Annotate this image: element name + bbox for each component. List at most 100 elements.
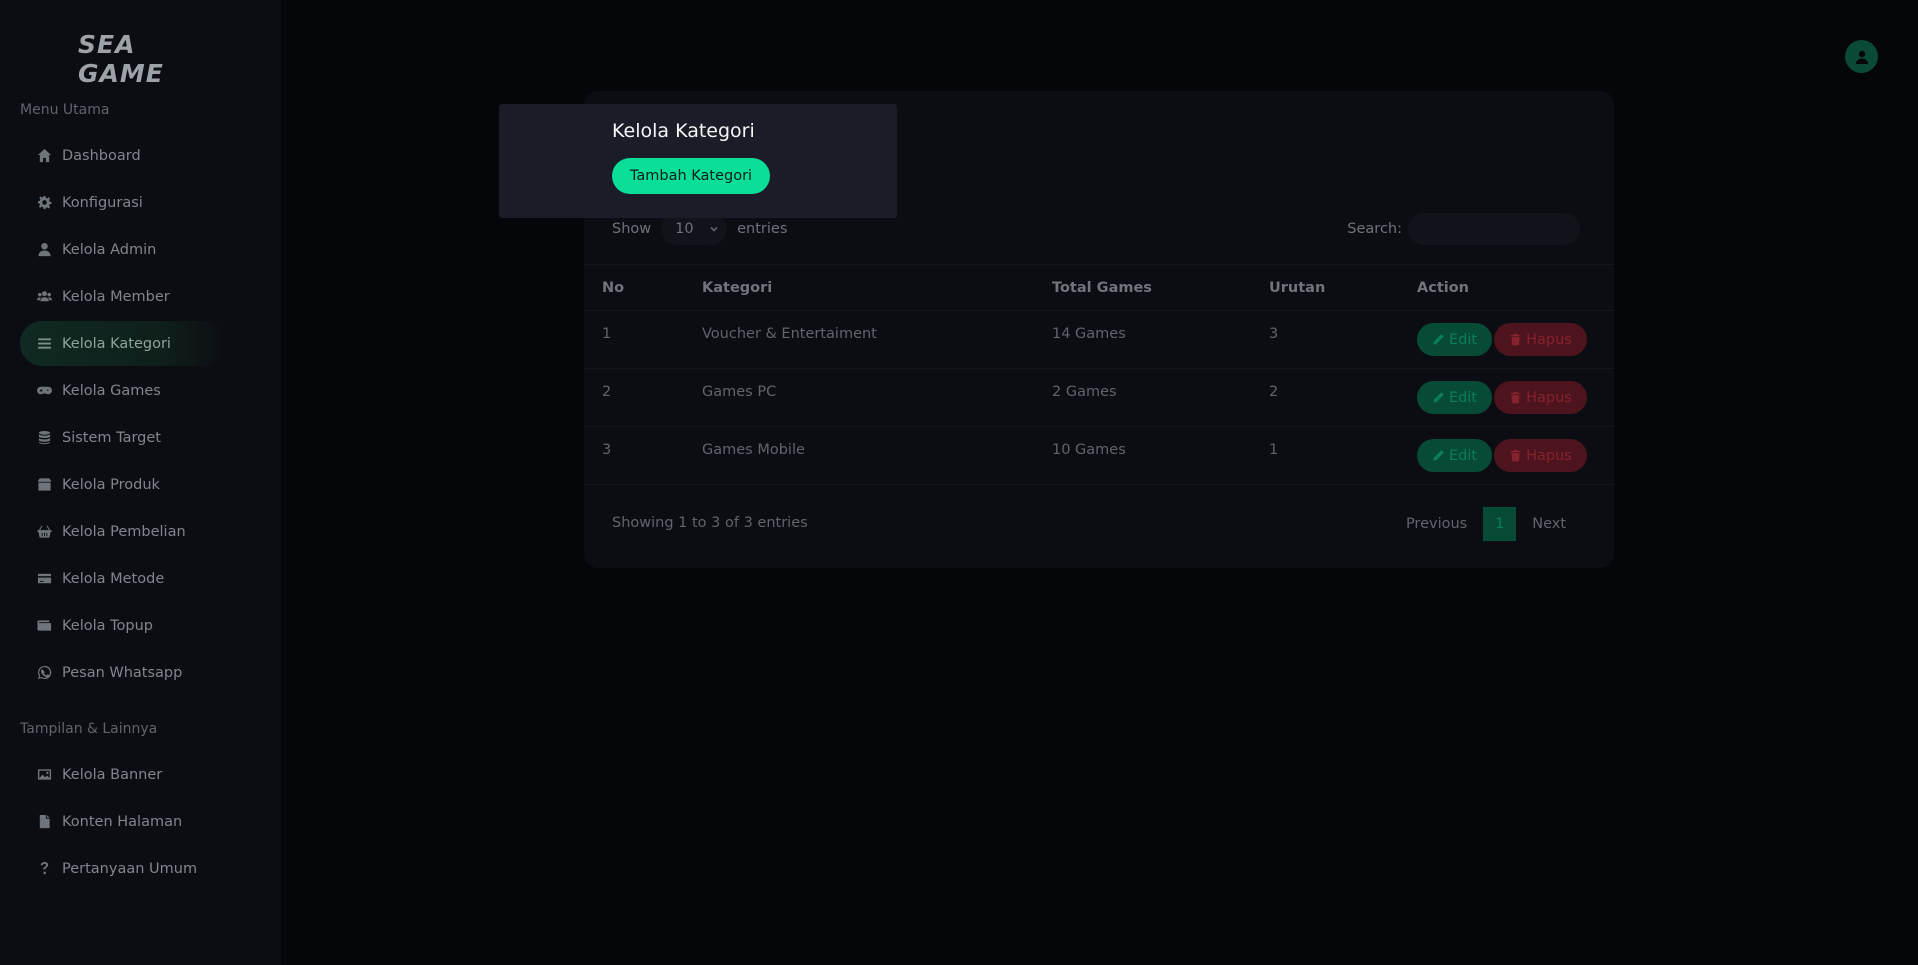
cell-action: Edit Hapus bbox=[1399, 311, 1614, 369]
previous-page-button[interactable]: Previous bbox=[1394, 516, 1479, 532]
column-header-action: Action bbox=[1417, 279, 1470, 296]
trash-icon bbox=[1510, 333, 1521, 346]
chevron-down-icon bbox=[709, 222, 719, 232]
list-icon bbox=[36, 336, 52, 352]
box-icon bbox=[36, 477, 52, 493]
search-label: Search: bbox=[1347, 221, 1402, 237]
pencil-icon bbox=[1433, 334, 1444, 345]
search-control: Search: bbox=[1347, 213, 1580, 245]
sidebar-item-label: Kelola Topup bbox=[62, 617, 153, 634]
cell-urutan: 1 bbox=[1269, 442, 1279, 458]
sidebar-item-label: Kelola Member bbox=[62, 288, 170, 305]
cell-action: Edit Hapus bbox=[1399, 427, 1614, 485]
section-title-other: Tampilan & Lainnya bbox=[20, 721, 158, 737]
sidebar-item-konfigurasi[interactable]: Konfigurasi bbox=[20, 180, 225, 225]
page-title: Kelola Kategori bbox=[612, 120, 755, 142]
gear-icon bbox=[36, 195, 52, 211]
cell-kategori: Games Mobile bbox=[702, 442, 805, 458]
sidebar-item-kelola-topup[interactable]: Kelola Topup bbox=[20, 603, 225, 648]
user-icon bbox=[1854, 49, 1870, 65]
sidebar-item-kelola-banner[interactable]: Kelola Banner bbox=[20, 752, 225, 797]
sidebar-item-kelola-games[interactable]: Kelola Games bbox=[20, 368, 225, 413]
user-avatar[interactable] bbox=[1845, 40, 1878, 73]
delete-button[interactable]: Hapus bbox=[1494, 323, 1587, 356]
sidebar-item-konten-halaman[interactable]: Konten Halaman bbox=[20, 799, 225, 844]
column-header-urutan[interactable]: Urutan bbox=[1251, 265, 1399, 311]
column-header-total-games[interactable]: Total Games bbox=[1034, 265, 1251, 311]
cell-action: Edit Hapus bbox=[1399, 369, 1614, 427]
cell-urutan: 3 bbox=[1269, 326, 1279, 342]
sidebar-item-label: Pesan Whatsapp bbox=[62, 664, 183, 681]
column-header-kategori[interactable]: Kategori bbox=[684, 265, 1034, 311]
credit-card-icon bbox=[36, 571, 52, 587]
sidebar-item-label: Kelola Pembelian bbox=[62, 523, 186, 540]
sidebar-item-label: Dashboard bbox=[62, 147, 141, 164]
cell-total-games: 14 Games bbox=[1052, 326, 1126, 342]
sidebar-item-label: Kelola Admin bbox=[62, 241, 157, 258]
gamepad-icon bbox=[36, 383, 52, 399]
sidebar-item-kelola-pembelian[interactable]: Kelola Pembelian bbox=[20, 509, 225, 554]
sidebar-item-label: Pertanyaan Umum bbox=[62, 860, 198, 877]
sidebar-item-label: Sistem Target bbox=[62, 429, 161, 446]
basket-icon bbox=[36, 524, 52, 540]
sidebar-item-kelola-member[interactable]: Kelola Member bbox=[20, 274, 225, 319]
pagination: Previous 1 Next bbox=[1394, 507, 1578, 541]
cell-urutan: 2 bbox=[1269, 384, 1279, 400]
cell-no: 1 bbox=[602, 326, 612, 342]
table-row: 3 Games Mobile 10 Games 1 Edit Hapus bbox=[584, 427, 1614, 485]
table-header-row: No Kategori Total Games Urutan Action bbox=[584, 264, 1614, 311]
sidebar-item-kelola-admin[interactable]: Kelola Admin bbox=[20, 227, 225, 272]
sidebar-item-pertanyaan-umum[interactable]: Pertanyaan Umum bbox=[20, 846, 225, 891]
cell-no: 3 bbox=[602, 442, 612, 458]
pencil-icon bbox=[1433, 450, 1444, 461]
sidebar-item-sistem-target[interactable]: Sistem Target bbox=[20, 415, 225, 460]
sidebar-item-label: Kelola Banner bbox=[62, 766, 163, 783]
sidebar-item-kelola-metode[interactable]: Kelola Metode bbox=[20, 556, 225, 601]
table-row: 2 Games PC 2 Games 2 Edit Hapus bbox=[584, 369, 1614, 427]
cell-kategori: Voucher & Entertaiment bbox=[702, 326, 877, 342]
logo[interactable]: SEA GAME bbox=[78, 30, 202, 88]
section-title-main: Menu Utama bbox=[20, 102, 110, 118]
trash-icon bbox=[1510, 391, 1521, 404]
edit-button[interactable]: Edit bbox=[1417, 439, 1493, 472]
column-header-no[interactable]: No bbox=[584, 265, 684, 311]
users-icon bbox=[36, 289, 52, 305]
sidebar-item-pesan-whatsapp[interactable]: Pesan Whatsapp bbox=[20, 650, 225, 695]
edit-button[interactable]: Edit bbox=[1417, 323, 1493, 356]
cell-kategori: Games PC bbox=[702, 384, 777, 400]
question-icon bbox=[36, 861, 52, 877]
delete-button[interactable]: Hapus bbox=[1494, 439, 1587, 472]
database-icon bbox=[36, 430, 52, 446]
page-1-button[interactable]: 1 bbox=[1483, 507, 1517, 541]
sidebar-item-label: Kelola Metode bbox=[62, 570, 165, 587]
user-icon bbox=[36, 242, 52, 258]
table-row: 1 Voucher & Entertaiment 14 Games 3 Edit… bbox=[584, 311, 1614, 369]
sidebar-item-label: Konfigurasi bbox=[62, 194, 143, 211]
whatsapp-icon bbox=[36, 665, 52, 681]
search-input[interactable] bbox=[1408, 213, 1580, 245]
trash-icon bbox=[1510, 449, 1521, 462]
add-category-button[interactable]: Tambah Kategori bbox=[612, 158, 770, 194]
category-table: No Kategori Total Games Urutan Action 1 … bbox=[584, 264, 1614, 485]
sidebar: SEA GAME Menu Utama Dashboard Konfiguras… bbox=[0, 0, 281, 965]
sidebar-item-label: Kelola Produk bbox=[62, 476, 160, 493]
sidebar-item-kelola-kategori[interactable]: Kelola Kategori bbox=[20, 321, 225, 366]
sidebar-item-dashboard[interactable]: Dashboard bbox=[20, 133, 225, 178]
show-label: Show bbox=[612, 221, 652, 237]
wallet-icon bbox=[36, 618, 52, 634]
edit-button[interactable]: Edit bbox=[1417, 381, 1493, 414]
home-icon bbox=[36, 148, 52, 164]
table-info: Showing 1 to 3 of 3 entries bbox=[612, 515, 808, 531]
sidebar-item-label: Kelola Kategori bbox=[62, 335, 171, 352]
entries-label: entries bbox=[737, 221, 788, 237]
image-icon bbox=[36, 767, 52, 783]
sidebar-item-label: Kelola Games bbox=[62, 382, 161, 399]
sidebar-item-kelola-produk[interactable]: Kelola Produk bbox=[20, 462, 225, 507]
next-page-button[interactable]: Next bbox=[1520, 516, 1578, 532]
pencil-icon bbox=[1433, 392, 1444, 403]
page-header-panel: Kelola Kategori Tambah Kategori bbox=[499, 104, 897, 218]
delete-button[interactable]: Hapus bbox=[1494, 381, 1587, 414]
cell-total-games: 2 Games bbox=[1052, 384, 1117, 400]
cell-no: 2 bbox=[602, 384, 612, 400]
sidebar-item-label: Konten Halaman bbox=[62, 813, 183, 830]
